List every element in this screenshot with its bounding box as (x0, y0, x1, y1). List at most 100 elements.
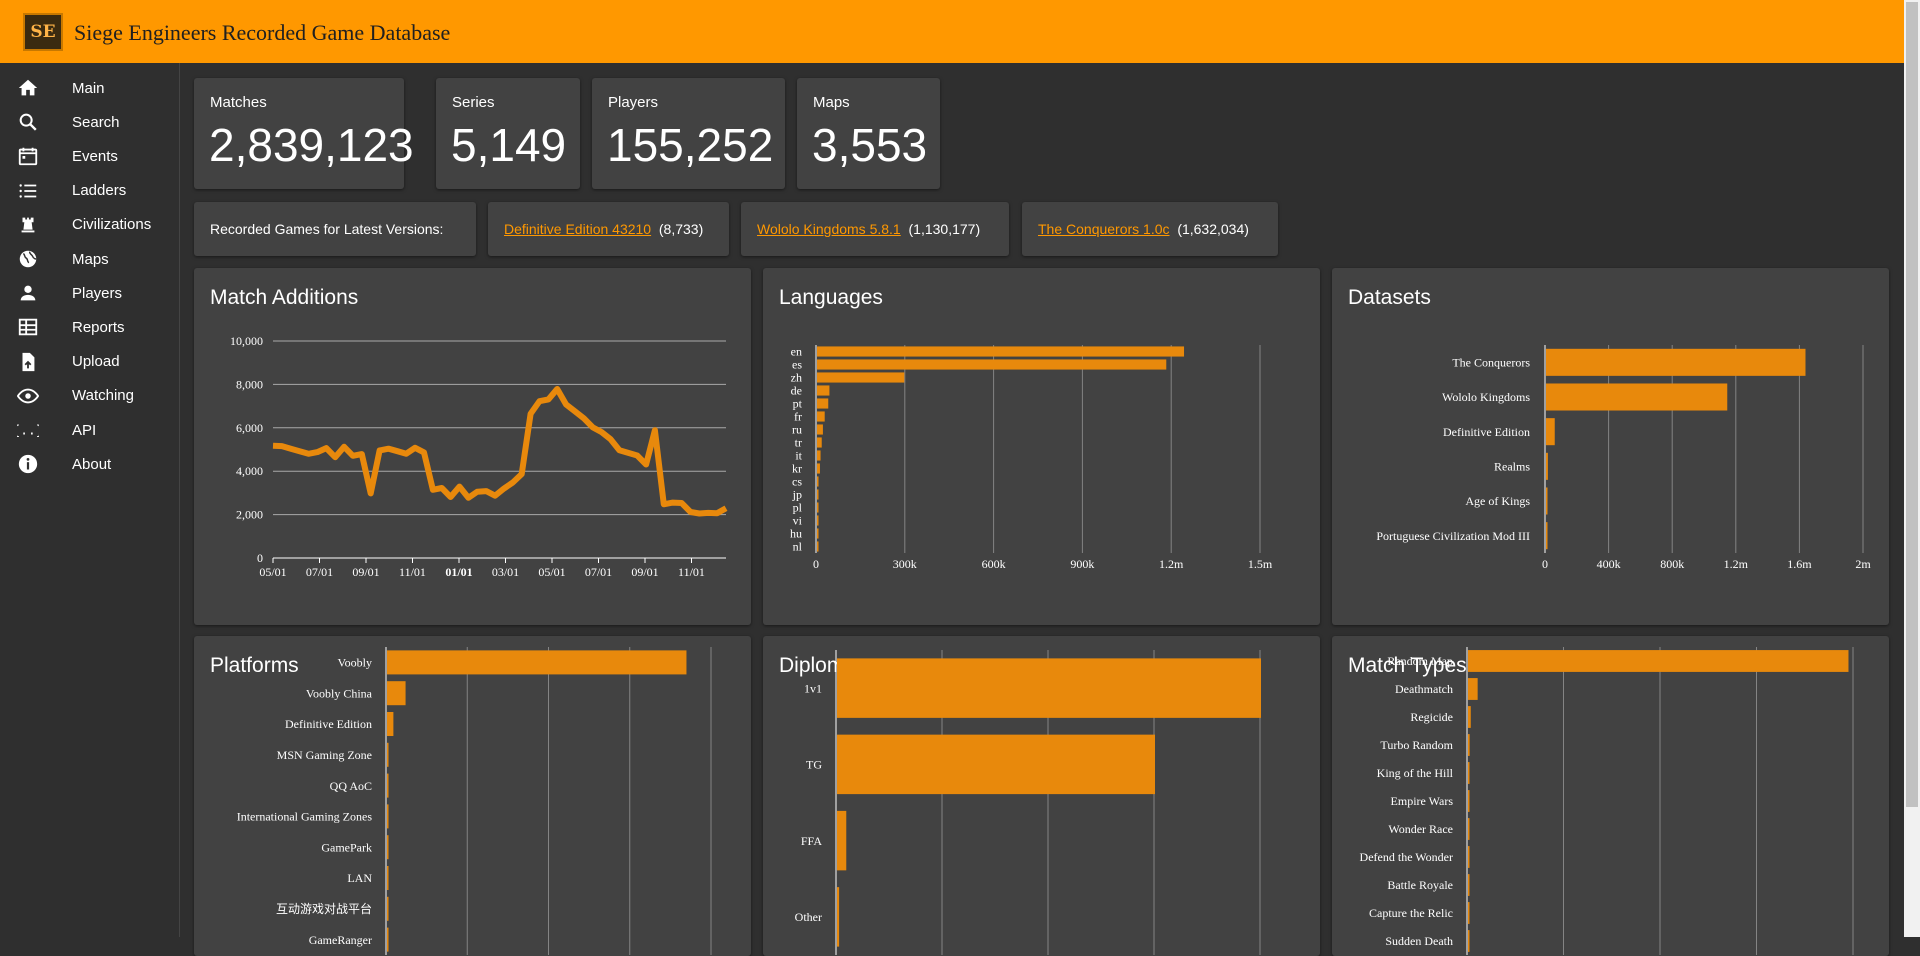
sidebar-item-search[interactable]: Search (0, 106, 178, 138)
bar (837, 658, 1261, 718)
sidebar-item-civilizations[interactable]: Civilizations (0, 209, 178, 241)
category-label: QQ AoC (330, 779, 372, 793)
sidebar-item-label: Players (72, 284, 123, 302)
x-tick-label: 0 (813, 557, 819, 571)
sidebar-item-reports[interactable]: Reports (0, 311, 178, 343)
app-title: Siege Engineers Recorded Game Database (74, 20, 451, 45)
version-link[interactable]: Definitive Edition 43210 (504, 221, 651, 237)
versions-label-card: Recorded Games for Latest Versions: (194, 202, 476, 256)
bar (817, 359, 1167, 370)
bar-chart: Voobly Voobly China Definitive Edition MSN … (237, 647, 712, 955)
category-label: MSN Gaming Zone (277, 748, 372, 762)
x-tick-label: 2m (1855, 557, 1871, 571)
sidebar-item-upload[interactable]: Upload (0, 346, 178, 378)
bar (387, 804, 389, 829)
x-tick-label: 11/01 (678, 565, 705, 579)
sidebar-item-label: Events (72, 147, 118, 165)
bar (1468, 678, 1478, 700)
category-label: pt (793, 396, 803, 410)
sidebar-item-players[interactable]: Players (0, 277, 178, 309)
version-entry: Wololo Kingdoms 5.8.1 (1,130,177) (757, 221, 980, 237)
bar (1468, 902, 1470, 924)
sidebar-item-label: Maps (72, 250, 109, 268)
bar (817, 411, 825, 422)
category-label: Turbo Random (1380, 738, 1453, 752)
category-label: Deathmatch (1395, 682, 1453, 696)
bar (1468, 762, 1470, 784)
bar (1468, 706, 1471, 728)
bar (817, 385, 830, 396)
sidebar-item-events[interactable]: Events (0, 140, 178, 172)
category-label: GameRanger (309, 933, 372, 947)
scrollbar-thumb[interactable] (1906, 2, 1918, 807)
globe-icon (16, 247, 40, 271)
stat-card-series: Series 5,149 (436, 78, 580, 189)
x-tick-label: 09/01 (631, 565, 658, 579)
stat-label: Series (452, 94, 495, 111)
sidebar-item-ladders[interactable]: Ladders (0, 175, 178, 207)
category-label: Definitive Edition (285, 717, 372, 731)
sidebar-item-watching[interactable]: Watching (0, 380, 178, 412)
bar (1546, 452, 1548, 480)
scrollbar[interactable] (1904, 0, 1920, 937)
platforms-panel: Platforms Voobly Voobly China Definitive E… (194, 636, 751, 956)
category-label: jp (792, 487, 802, 501)
bar (387, 650, 687, 675)
sidebar-item-api[interactable]: {..} API (0, 414, 178, 446)
y-tick-label: 2,000 (236, 508, 263, 522)
bar (387, 711, 394, 737)
bar (387, 835, 389, 860)
stat-label: Matches (210, 94, 267, 111)
bar (1468, 650, 1849, 672)
version-entry: The Conquerors 1.0c (1,632,034) (1038, 221, 1249, 237)
bar (817, 437, 822, 448)
stat-label: Maps (813, 94, 850, 111)
bar-chart: 1v1 TG FFA Other (795, 650, 1261, 955)
category-label: nl (793, 539, 803, 553)
main-content: Matches 2,839,123 Series 5,149 Players 1… (180, 63, 1904, 956)
bar (837, 734, 1155, 795)
info-icon (16, 452, 40, 476)
bar (1468, 818, 1470, 840)
version-count: (1,632,034) (1177, 221, 1249, 237)
x-tick-label: 09/01 (352, 565, 379, 579)
sidebar-item-main[interactable]: Main (0, 72, 178, 104)
x-tick-label: 07/01 (585, 565, 612, 579)
version-link[interactable]: The Conquerors 1.0c (1038, 221, 1170, 237)
category-label: hu (790, 526, 802, 540)
x-tick-label: 0 (1542, 557, 1548, 571)
sidebar-item-maps[interactable]: Maps (0, 243, 178, 275)
version-link[interactable]: Wololo Kingdoms 5.8.1 (757, 221, 901, 237)
bar (817, 541, 819, 552)
stat-label: Players (608, 94, 659, 111)
list-icon (16, 179, 40, 203)
logo-icon: SE (23, 13, 63, 51)
sidebar-item-label: Upload (72, 353, 120, 371)
bar (817, 398, 829, 409)
bar (1546, 418, 1555, 446)
category-label: 互动游戏对战平台 (276, 901, 372, 916)
calendar-icon (16, 144, 40, 168)
category-label: Random Map (1387, 654, 1453, 668)
bar (817, 476, 819, 487)
stat-value: 2,839,123 (209, 119, 414, 171)
series-line (272, 386, 728, 517)
sidebar-item-about[interactable]: About (0, 448, 178, 480)
sidebar-item-label: Main (72, 79, 105, 97)
x-tick-label: 600k (982, 557, 1006, 571)
bar (387, 865, 389, 891)
datasets-panel: Datasets 0 400k 800k 1.2m 1.6m 2m The Conquero… (1332, 268, 1889, 625)
category-label: Age of Kings (1465, 494, 1530, 508)
x-tick-label: 1.5m (1248, 557, 1273, 571)
stat-value: 155,252 (607, 119, 774, 171)
svg-text:{..}: {..} (17, 424, 39, 439)
version-count: (8,733) (658, 221, 704, 237)
category-label: Portuguese Civilization Mod III (1376, 529, 1530, 543)
bar (817, 515, 819, 526)
bar (387, 896, 389, 921)
y-tick-label: 4,000 (236, 464, 263, 478)
match-additions-panel: Match Additions 0 2,000 4,000 6,000 8,000 10,… (194, 268, 751, 625)
x-tick-label: 900k (1070, 557, 1094, 571)
category-label: Defend the Wonder (1360, 850, 1453, 864)
x-tick-label: 1.6m (1787, 557, 1812, 571)
